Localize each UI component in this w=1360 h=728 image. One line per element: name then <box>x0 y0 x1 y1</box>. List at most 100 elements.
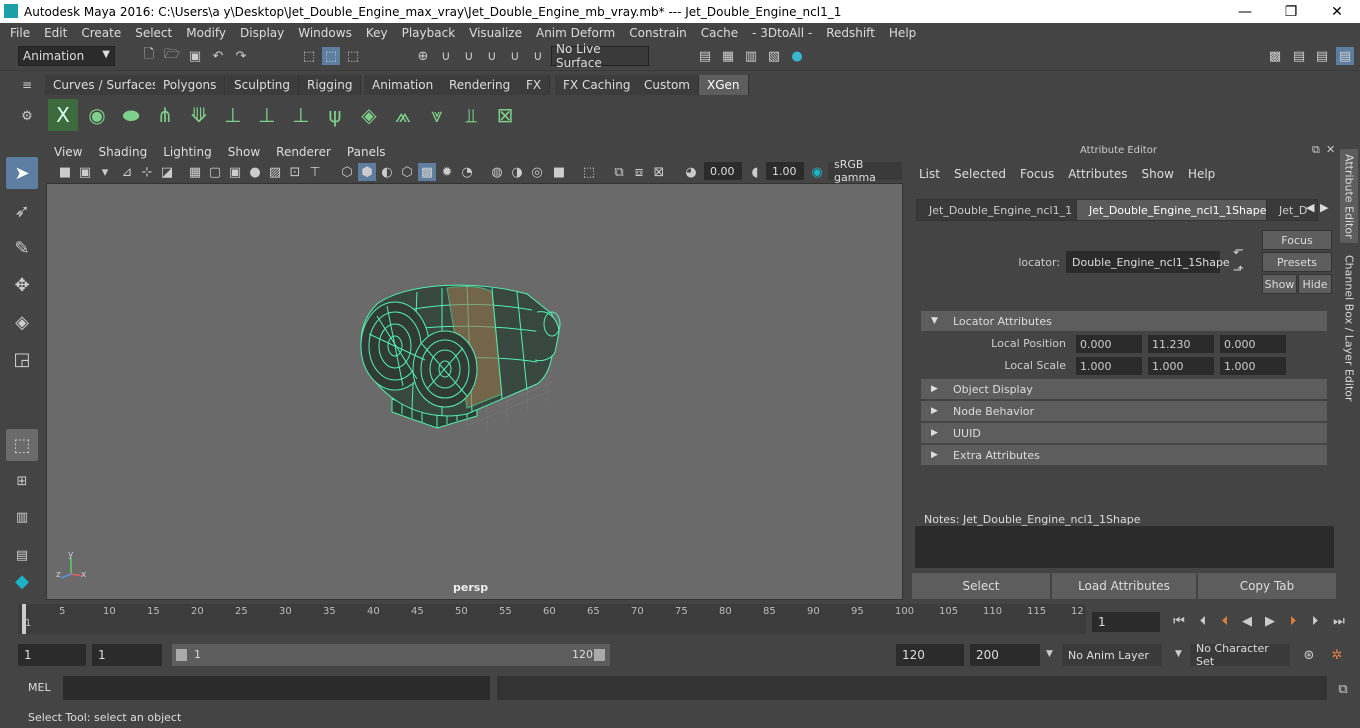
select-component-icon[interactable]: ⬚ <box>344 47 362 65</box>
range-start-handle[interactable] <box>176 649 187 661</box>
range-end-handle[interactable] <box>594 649 605 661</box>
four-view-layout-icon[interactable]: ⊞ <box>6 465 38 497</box>
ae-menu-focus[interactable]: Focus <box>1020 167 1054 181</box>
animation-preferences-icon[interactable]: ✲ <box>1328 646 1346 664</box>
output-connections-icon[interactable]: ⬏ <box>1233 263 1244 278</box>
render-view-icon[interactable]: ▤ <box>696 47 714 65</box>
ae-menu-show[interactable]: Show <box>1142 167 1174 181</box>
lights-icon[interactable]: ▨ <box>266 163 284 181</box>
select-hierarchy-icon[interactable]: ⬚ <box>300 47 318 65</box>
undo-icon[interactable]: ↶ <box>209 47 227 65</box>
xgen-add-curve-icon[interactable]: ⊥ <box>218 99 248 131</box>
menuset-dropdown[interactable]: Animation ▼ <box>18 46 115 66</box>
menu-file[interactable]: File <box>0 26 37 40</box>
menu-visualize[interactable]: Visualize <box>462 26 529 40</box>
ae-menu-selected[interactable]: Selected <box>954 167 1006 181</box>
wireframe-icon[interactable]: ▦ <box>186 163 204 181</box>
tab-scroll-left-icon[interactable]: ◀ <box>1306 201 1314 214</box>
script-editor-icon[interactable]: ⧉ <box>1334 680 1352 698</box>
use-default-material-icon[interactable]: ▩ <box>418 163 436 181</box>
depth-of-field-icon[interactable]: ◑ <box>508 163 526 181</box>
color-management-icon[interactable]: ◉ <box>808 163 826 181</box>
xgen-lock-guides-icon[interactable]: ⊥ <box>286 99 316 131</box>
texture-gate-icon[interactable]: ⧉ <box>610 163 628 181</box>
colorspace-field[interactable]: sRGB gamma <box>828 158 902 184</box>
camera-icon[interactable]: ■ <box>56 163 74 181</box>
select-tool-icon[interactable]: ➤ <box>6 157 38 189</box>
menu-edit[interactable]: Edit <box>37 26 74 40</box>
menu-help[interactable]: Help <box>882 26 923 40</box>
textured-icon[interactable]: ● <box>246 163 264 181</box>
menu-constrain[interactable]: Constrain <box>622 26 694 40</box>
mel-label[interactable]: MEL <box>28 681 51 694</box>
select-object-icon[interactable]: ⬚ <box>322 47 340 65</box>
lasso-tool-icon[interactable]: ➶ <box>6 195 38 227</box>
section-node-behavior[interactable]: ▶ Node Behavior <box>921 401 1327 421</box>
step-forward-icon[interactable]: ⏵ <box>1306 612 1324 630</box>
ipr-render-icon[interactable]: ▥ <box>742 47 760 65</box>
backface-culling-icon[interactable]: ⬡ <box>398 163 416 181</box>
ae-menu-attributes[interactable]: Attributes <box>1068 167 1127 181</box>
jet-engine-model[interactable] <box>47 184 904 601</box>
menu-windows[interactable]: Windows <box>291 26 359 40</box>
ae-menu-help[interactable]: Help <box>1188 167 1215 181</box>
default-material-icon[interactable]: ▣ <box>226 163 244 181</box>
minimize-button[interactable]: — <box>1222 0 1268 23</box>
time-slider[interactable]: 1 5 10 15 20 25 30 35 40 45 50 55 60 65 … <box>18 604 1086 634</box>
snap-magnet-icon[interactable]: ∪ <box>529 47 547 65</box>
section-object-display[interactable]: ▶ Object Display <box>921 379 1327 399</box>
input-connections-icon[interactable]: ⬐ <box>1233 243 1244 258</box>
exposure-field[interactable]: 0.00 <box>704 162 742 180</box>
xgen-show-guides-icon[interactable]: ⊥ <box>252 99 282 131</box>
smooth-shade-icon[interactable]: ▢ <box>206 163 224 181</box>
character-set-dropdown[interactable]: No Character Set <box>1190 642 1290 668</box>
local-scale-z[interactable]: 1.000 <box>1220 357 1286 375</box>
render-frame-icon[interactable]: ▦ <box>719 47 737 65</box>
chevron-down-icon[interactable]: ▼ <box>1046 649 1053 659</box>
mel-input[interactable] <box>63 676 490 700</box>
select-camera-icon[interactable]: ⬚ <box>580 163 598 181</box>
xray-joints-icon[interactable]: ◐ <box>378 163 396 181</box>
presets-button[interactable]: Presets <box>1262 252 1332 272</box>
hypershade-icon[interactable]: ● <box>788 47 806 65</box>
film-gate-icon[interactable]: ⊹ <box>138 163 156 181</box>
close-button[interactable]: ✕ <box>1314 0 1360 23</box>
gamma-icon[interactable]: ◖ <box>746 163 764 181</box>
shelf-menu-icon[interactable]: ≡ <box>18 76 36 94</box>
hud-icon[interactable]: ■ <box>550 163 568 181</box>
local-position-y[interactable]: 11.230 <box>1148 335 1214 353</box>
side-tab-channel-box[interactable]: Channel Box / Layer Editor <box>1340 253 1358 403</box>
local-position-z[interactable]: 0.000 <box>1220 335 1286 353</box>
menu-3dtoall[interactable]: - 3DtoAll - <box>745 26 819 40</box>
menu-modify[interactable]: Modify <box>179 26 233 40</box>
current-frame-field[interactable]: 1 <box>1092 612 1160 632</box>
panel-menu-lighting[interactable]: Lighting <box>155 145 220 159</box>
redo-icon[interactable]: ↷ <box>232 47 250 65</box>
panel-menu-show[interactable]: Show <box>220 145 268 159</box>
menu-display[interactable]: Display <box>233 26 291 40</box>
xgen-preview-icon[interactable]: ◉ <box>82 99 112 131</box>
xgen-move-guide-icon[interactable]: ⟱ <box>184 99 214 131</box>
xray-icon[interactable]: ⬡ <box>338 163 356 181</box>
screen-space-reflect-icon[interactable]: ◎ <box>528 163 546 181</box>
xgen-hair-icon[interactable]: ψ <box>320 99 350 131</box>
ambient-occlusion-icon[interactable]: ✹ <box>438 163 456 181</box>
menu-select[interactable]: Select <box>128 26 179 40</box>
play-forward-icon[interactable]: ▶ <box>1261 612 1279 630</box>
panel-menu-renderer[interactable]: Renderer <box>268 145 339 159</box>
shadows-icon[interactable]: ⊡ <box>286 163 304 181</box>
panel-menu-panels[interactable]: Panels <box>339 145 394 159</box>
snap-view-icon[interactable]: ∪ <box>483 47 501 65</box>
workspace-icon[interactable]: ▩ <box>1266 47 1284 65</box>
show-button[interactable]: Show <box>1262 274 1297 294</box>
snap-surface-icon[interactable]: ∪ <box>506 47 524 65</box>
save-scene-icon[interactable]: ▣ <box>186 47 204 65</box>
rotate-tool-icon[interactable]: ◈ <box>6 306 38 338</box>
playback-end-field[interactable]: 120 <box>896 644 964 666</box>
resolution-gate-icon[interactable]: ◪ <box>158 163 176 181</box>
shelf-tab-custom[interactable]: Custom <box>636 75 699 95</box>
shelf-tab-fx[interactable]: FX <box>518 75 551 95</box>
grid-icon[interactable]: ⊿ <box>118 163 136 181</box>
xgen-delete-guide-icon[interactable]: ⊠ <box>490 99 520 131</box>
local-position-x[interactable]: 0.000 <box>1076 335 1142 353</box>
